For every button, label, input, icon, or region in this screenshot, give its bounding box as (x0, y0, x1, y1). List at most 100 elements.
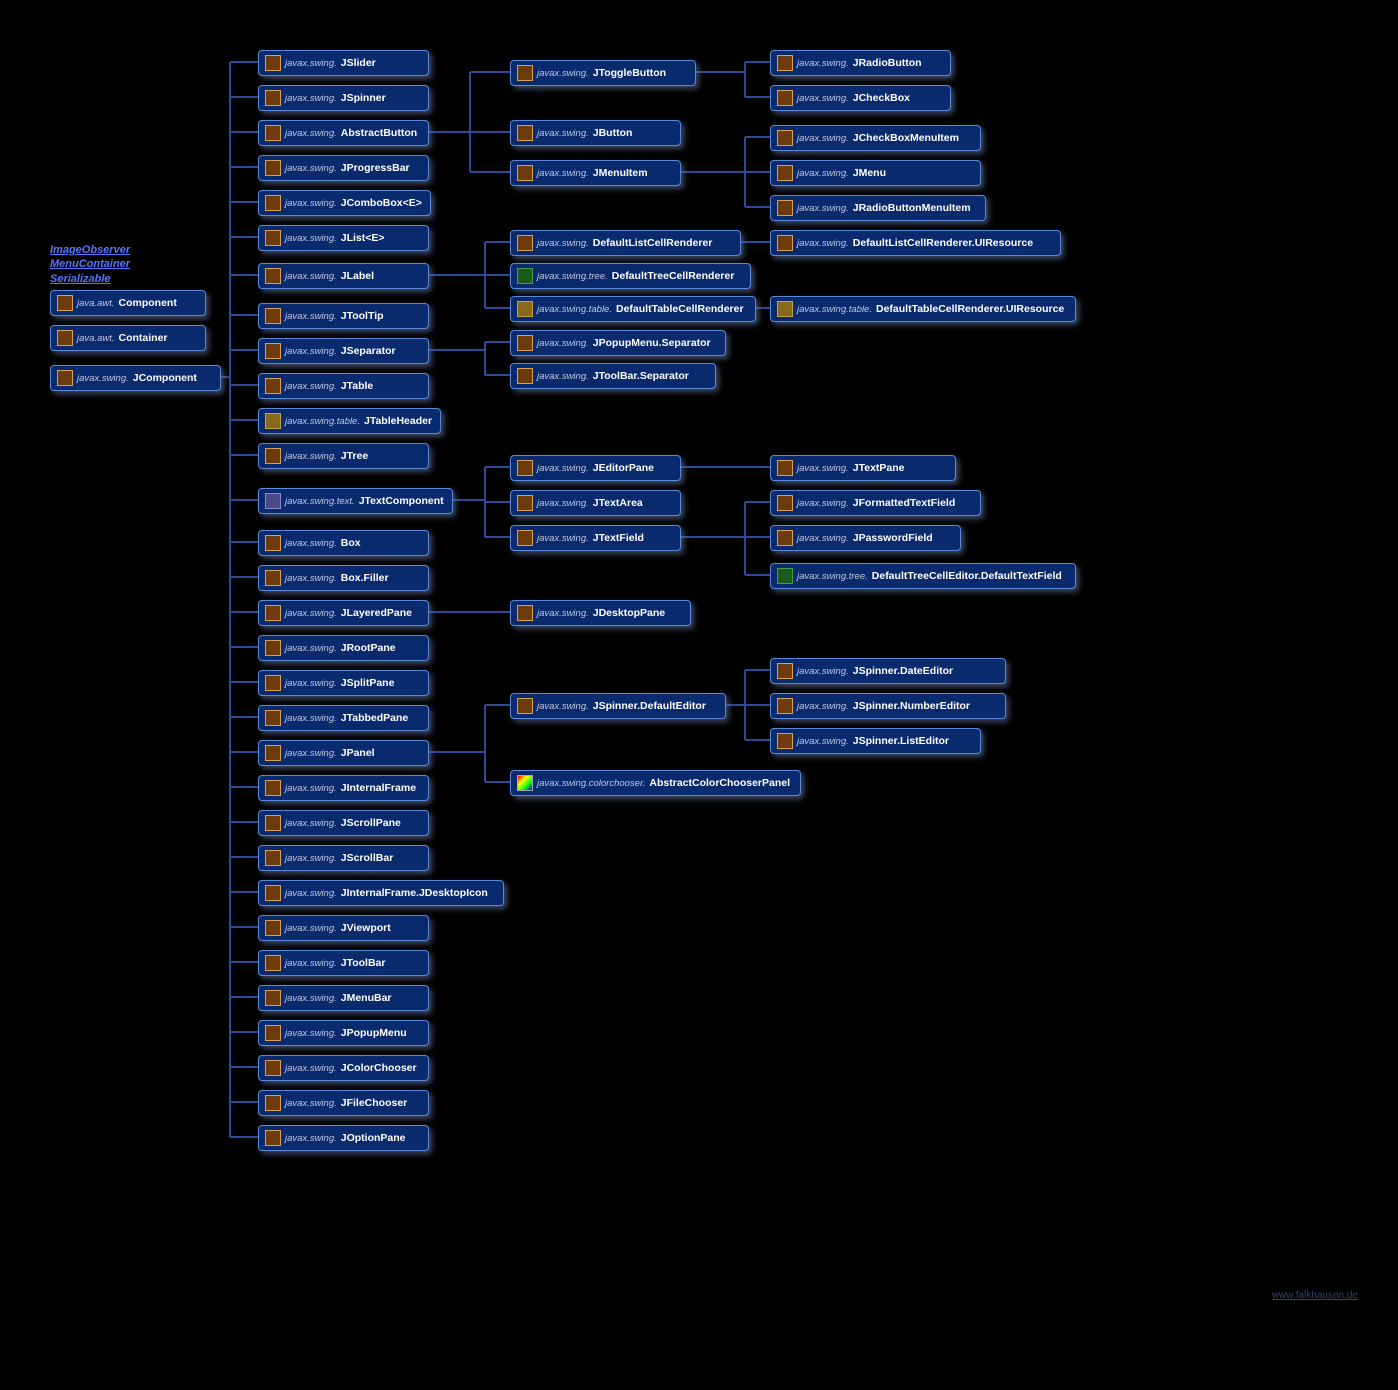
package-label: javax.swing. (285, 58, 337, 69)
class-label: JMenuBar (341, 992, 392, 1004)
class-node-jtree[interactable]: javax.swing.JTree (258, 443, 429, 469)
class-icon (265, 1095, 281, 1111)
class-node-jlist[interactable]: javax.swing.JList<E> (258, 225, 429, 251)
class-node-jmenuitem[interactable]: javax.swing.JMenuItem (510, 160, 681, 186)
class-node-jradiobutton[interactable]: javax.swing.JRadioButton (770, 50, 951, 76)
class-node-jcheckbox[interactable]: javax.swing.JCheckBox (770, 85, 951, 111)
class-node-defaultlistcellrenderer[interactable]: javax.swing.DefaultListCellRenderer (510, 230, 741, 256)
class-node-jdesktopicon[interactable]: javax.swing. JInternalFrame.JDesktopIcon (258, 880, 504, 906)
footer-link[interactable]: www.falkhausen.de (1272, 1290, 1358, 1330)
class-node-jslider[interactable]: javax.swing.JSlider (258, 50, 429, 76)
class-node-jsplitpane[interactable]: javax.swing.JSplitPane (258, 670, 429, 696)
class-node-abstractcolorchooserpanel[interactable]: javax.swing.colorchooser.AbstractColorCh… (510, 770, 801, 796)
class-label: AbstractButton (341, 127, 417, 139)
class-node-jtogglebutton[interactable]: javax.swing.JToggleButton (510, 60, 696, 86)
class-node-jpanel[interactable]: javax.swing.JPanel (258, 740, 429, 766)
class-node-jtextfield[interactable]: javax.swing.JTextField (510, 525, 681, 551)
class-node-awt-component[interactable]: java.awt. Component (50, 290, 206, 316)
class-node-jspinnernumbereditor[interactable]: javax.swing.JSpinner.NumberEditor (770, 693, 1006, 719)
package-label: javax.swing. (77, 373, 129, 384)
class-node-jeditorpane[interactable]: javax.swing.JEditorPane (510, 455, 681, 481)
class-node-jspinner[interactable]: javax.swing.JSpinner (258, 85, 429, 111)
class-node-jtable[interactable]: javax.swing.JTable (258, 373, 429, 399)
interface-serializable[interactable]: Serializable (50, 272, 130, 286)
class-icon (777, 90, 793, 106)
class-icon (265, 160, 281, 176)
class-label: DefaultTableCellRenderer (616, 303, 744, 315)
package-label: javax.swing. (285, 888, 337, 899)
class-label: JToolBar.Separator (593, 370, 689, 382)
class-node-jtableheader[interactable]: javax.swing.table.JTableHeader (258, 408, 441, 434)
class-node-jcolorchooser[interactable]: javax.swing.JColorChooser (258, 1055, 429, 1081)
class-node-jtextcomponent[interactable]: javax.swing.text.JTextComponent (258, 488, 453, 514)
class-label: JOptionPane (341, 1132, 406, 1144)
class-node-jpasswordfield[interactable]: javax.swing.JPasswordField (770, 525, 961, 551)
class-icon (777, 663, 793, 679)
class-label: JToolTip (341, 310, 384, 322)
class-label: JPasswordField (853, 532, 933, 544)
class-node-jformattedtextfield[interactable]: javax.swing.JFormattedTextField (770, 490, 981, 516)
class-node-jseparator[interactable]: javax.swing.JSeparator (258, 338, 429, 364)
class-label: JInternalFrame.JDesktopIcon (341, 887, 488, 899)
class-node-jlayeredpane[interactable]: javax.swing.JLayeredPane (258, 600, 429, 626)
class-node-defaulttreecelleditordefaulttextfield[interactable]: javax.swing.tree.DefaultTreeCellEditor.D… (770, 563, 1076, 589)
class-node-jbutton[interactable]: javax.swing.JButton (510, 120, 681, 146)
class-node-jpopupmenu[interactable]: javax.swing.JPopupMenu (258, 1020, 429, 1046)
class-node-jmenu[interactable]: javax.swing.JMenu (770, 160, 981, 186)
interface-imageobserver[interactable]: ImageObserver (50, 243, 130, 257)
class-node-jlabel[interactable]: javax.swing.JLabel (258, 263, 429, 289)
class-icon (265, 55, 281, 71)
class-node-jtoolbar[interactable]: javax.swing.JToolBar (258, 950, 429, 976)
class-node-jrootpane[interactable]: javax.swing.JRootPane (258, 635, 429, 661)
class-node-jfilechooser[interactable]: javax.swing.JFileChooser (258, 1090, 429, 1116)
interface-menucontainer[interactable]: MenuContainer (50, 257, 130, 271)
class-node-defaulttablecellrendereruiresource[interactable]: javax.swing.table.DefaultTableCellRender… (770, 296, 1076, 322)
class-node-jdesktoppane[interactable]: javax.swing.JDesktopPane (510, 600, 691, 626)
package-label: javax.swing. (285, 818, 337, 829)
package-label: javax.swing. (797, 463, 849, 474)
class-node-box[interactable]: javax.swing.Box (258, 530, 429, 556)
class-node-jspinnerdefaulteditor[interactable]: javax.swing.JSpinner.DefaultEditor (510, 693, 726, 719)
class-node-jspinnerdateeditor[interactable]: javax.swing.JSpinner.DateEditor (770, 658, 1006, 684)
class-label: JSpinner.DefaultEditor (593, 700, 706, 712)
class-node-jtooltip[interactable]: javax.swing. JToolTip (258, 303, 429, 329)
class-node-jtextarea[interactable]: javax.swing.JTextArea (510, 490, 681, 516)
class-node-awt-container[interactable]: java.awt.Container (50, 325, 206, 351)
package-label: javax.swing. (537, 68, 589, 79)
class-node-jviewport[interactable]: javax.swing.JViewport (258, 915, 429, 941)
class-node-jscrollbar[interactable]: javax.swing.JScrollBar (258, 845, 429, 871)
class-node-joptionpane[interactable]: javax.swing. JOptionPane (258, 1125, 429, 1151)
package-label: javax.swing. (285, 1133, 337, 1144)
package-label: javax.swing. (285, 678, 337, 689)
package-label: javax.swing. (285, 311, 337, 322)
class-label: DefaultTableCellRenderer.UIResource (876, 303, 1064, 315)
class-node-jcheckboxmenuitem[interactable]: javax.swing.JCheckBoxMenuItem (770, 125, 981, 151)
package-label: java.awt. (77, 298, 115, 309)
class-node-jtextpane[interactable]: javax.swing.JTextPane (770, 455, 956, 481)
class-label: JTextField (593, 532, 644, 544)
class-node-jradiobuttonmenuitem[interactable]: javax.swing.JRadioButtonMenuItem (770, 195, 986, 221)
class-node-jinternalframe[interactable]: javax.swing.JInternalFrame (258, 775, 429, 801)
class-node-jcomponent[interactable]: javax.swing.JComponent (50, 365, 221, 391)
class-icon (57, 295, 73, 311)
class-label: Component (119, 297, 177, 309)
class-label: JPopupMenu.Separator (593, 337, 711, 349)
class-node-jtoolbarseparator[interactable]: javax.swing. JToolBar.Separator (510, 363, 716, 389)
class-node-jpopupmenuseparator[interactable]: javax.swing.JPopupMenu.Separator (510, 330, 726, 356)
class-node-jspinnerlisteditor[interactable]: javax.swing.JSpinner.ListEditor (770, 728, 981, 754)
package-label: javax.swing. (537, 371, 589, 382)
class-node-boxfiller[interactable]: javax.swing.Box.Filler (258, 565, 429, 591)
class-node-abstractbutton[interactable]: javax.swing.AbstractButton (258, 120, 429, 146)
class-node-jprogressbar[interactable]: javax.swing.JProgressBar (258, 155, 429, 181)
class-icon (57, 370, 73, 386)
class-icon (777, 495, 793, 511)
class-node-jmenubar[interactable]: javax.swing.JMenuBar (258, 985, 429, 1011)
class-icon (265, 815, 281, 831)
class-node-jtabbedpane[interactable]: javax.swing.JTabbedPane (258, 705, 429, 731)
class-node-jcombobox[interactable]: javax.swing.JComboBox<E> (258, 190, 431, 216)
class-node-defaultlistcellrendereruiresource[interactable]: javax.swing.DefaultListCellRenderer.UIRe… (770, 230, 1061, 256)
class-node-defaulttablecellrenderer[interactable]: javax.swing.table.DefaultTableCellRender… (510, 296, 756, 322)
package-label: javax.swing. (285, 381, 337, 392)
class-node-defaulttreecellrenderer[interactable]: javax.swing.tree.DefaultTreeCellRenderer (510, 263, 751, 289)
class-node-jscrollpane[interactable]: javax.swing.JScrollPane (258, 810, 429, 836)
